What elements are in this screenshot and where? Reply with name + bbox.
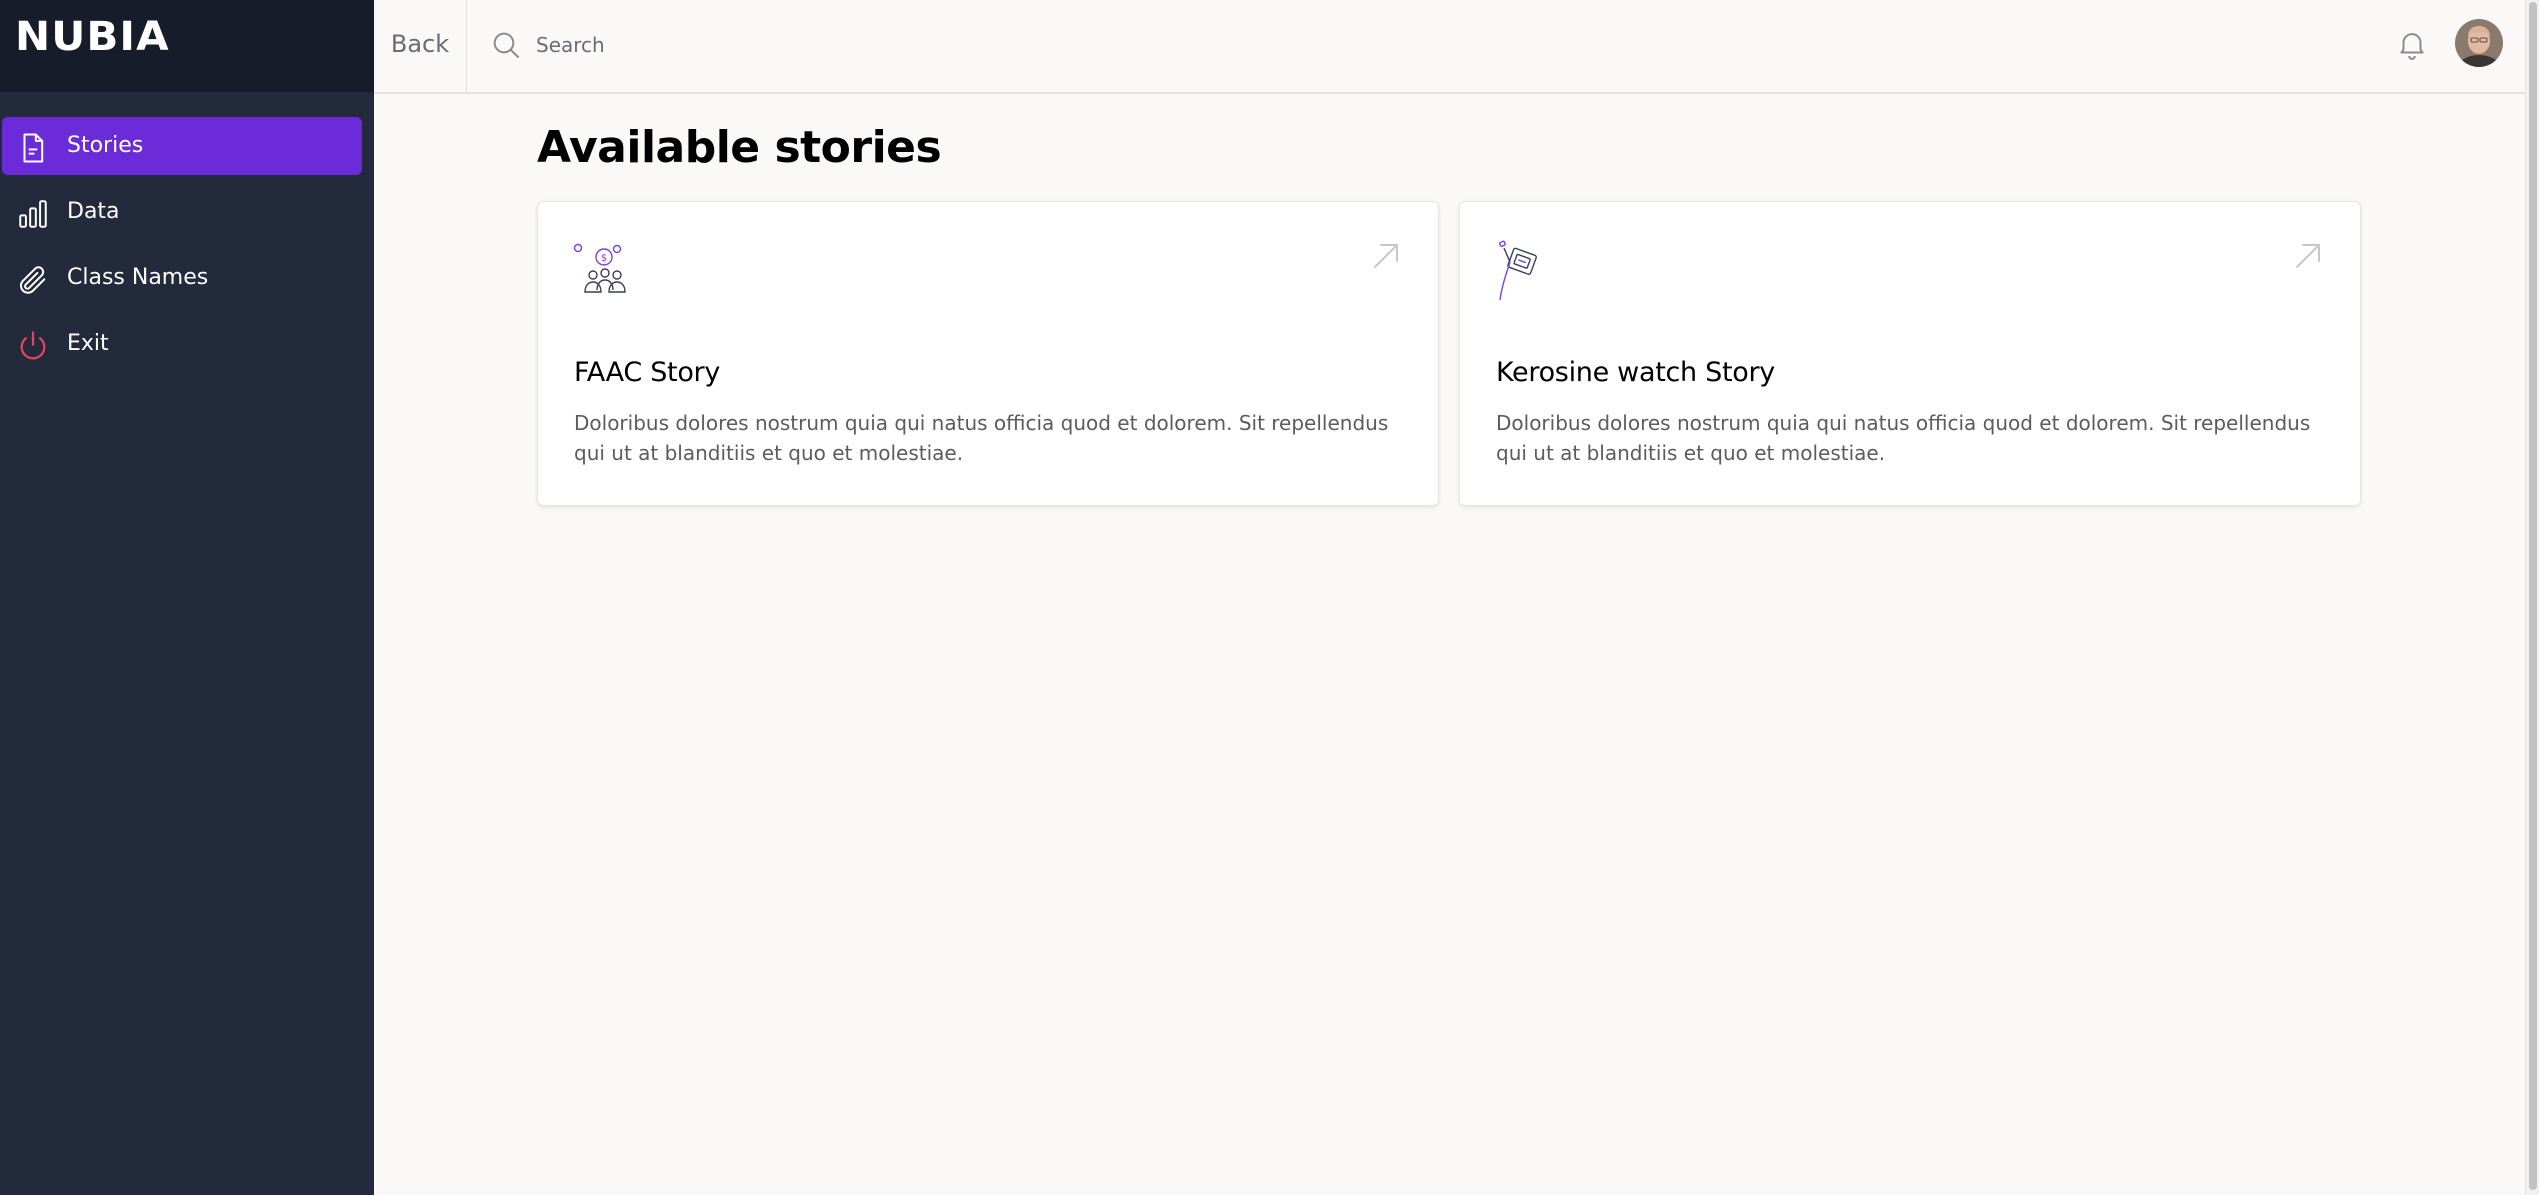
sidebar-item-label: Class Names xyxy=(67,265,209,290)
story-card-kerosine[interactable]: Kerosine watch Story Doloribus dolores n… xyxy=(1459,201,2361,506)
sidebar-item-class-names[interactable]: Class Names xyxy=(2,249,362,307)
sidebar-item-data[interactable]: Data xyxy=(2,183,362,241)
bell-icon[interactable] xyxy=(2395,26,2429,62)
bar-chart-icon xyxy=(19,200,47,228)
card-description: Doloribus dolores nostrum quia qui natus… xyxy=(1496,411,2311,465)
story-card-faac[interactable]: $ FAAC Story Doloribus dolores nostrum q… xyxy=(537,201,1439,506)
search-input[interactable] xyxy=(534,24,1938,66)
page-title: Available stories xyxy=(537,122,942,173)
sidebar: NUBIA Stories Data Class Names Exit xyxy=(0,0,374,1195)
card-title: Kerosine watch Story xyxy=(1496,357,1775,388)
sidebar-item-exit[interactable]: Exit xyxy=(2,315,362,373)
people-money-icon: $ xyxy=(573,243,626,293)
card-description: Doloribus dolores nostrum quia qui natus… xyxy=(574,411,1389,465)
sidebar-item-label: Exit xyxy=(67,331,109,356)
external-arrow-icon[interactable] xyxy=(1370,240,1402,272)
document-icon xyxy=(23,133,44,163)
svg-text:$: $ xyxy=(601,253,607,264)
user-avatar[interactable] xyxy=(2455,19,2503,67)
scrollbar-thumb[interactable] xyxy=(2529,2,2537,1190)
power-icon xyxy=(20,331,46,360)
scrollbar[interactable] xyxy=(2525,0,2539,1195)
external-arrow-icon[interactable] xyxy=(2292,240,2324,272)
paperclip-icon xyxy=(19,266,46,294)
sidebar-item-stories[interactable]: Stories xyxy=(2,117,362,175)
fuel-pump-icon xyxy=(1498,240,1537,301)
top-bar: Back xyxy=(374,0,2525,94)
avatar-image xyxy=(2455,19,2503,67)
sidebar-item-label: Data xyxy=(67,199,120,224)
back-button[interactable]: Back xyxy=(374,0,467,92)
logo-bar: NUBIA xyxy=(0,0,374,92)
sidebar-item-label: Stories xyxy=(67,133,144,158)
card-title: FAAC Story xyxy=(574,357,721,388)
app-logo[interactable]: NUBIA xyxy=(15,14,170,60)
search-icon xyxy=(493,32,519,58)
